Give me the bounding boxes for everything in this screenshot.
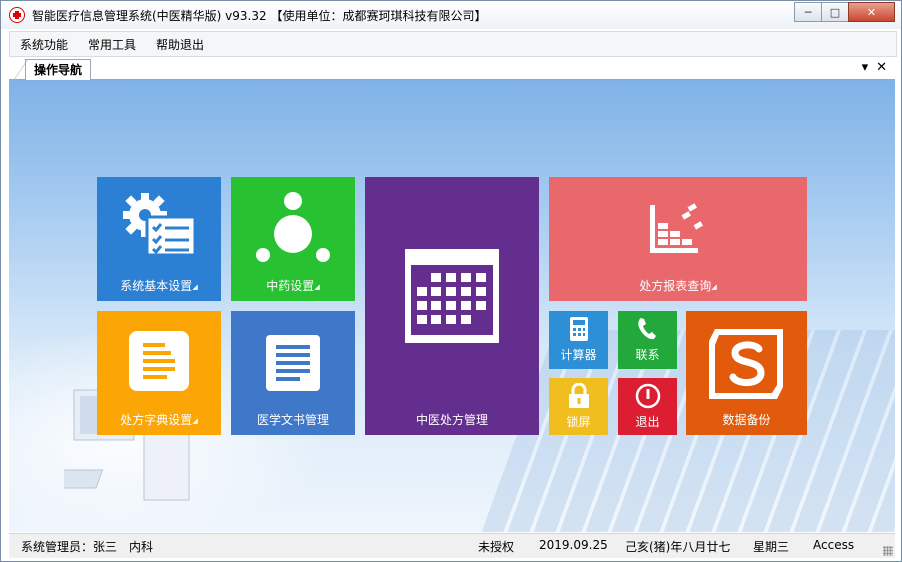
app-icon — [9, 7, 25, 23]
tab-bar: 操作导航 ▾ ✕ — [9, 57, 895, 80]
s-icon — [708, 329, 783, 399]
tile-label: 数据备份 — [722, 413, 771, 427]
tile-contact[interactable]: 联系 — [618, 311, 677, 369]
power-icon — [635, 383, 660, 409]
gear-form-icon — [123, 193, 197, 257]
tile-medical-documents[interactable]: 医学文书管理 — [231, 311, 355, 435]
resize-grip[interactable] — [883, 546, 893, 556]
tab-dropdown-icon[interactable]: ▾ — [862, 60, 869, 75]
tile-prescription-dictionary[interactable]: 处方字典设置◢ — [97, 311, 221, 435]
tab-navigation[interactable]: 操作导航 — [13, 59, 92, 80]
menu-system-functions[interactable]: 系统功能 — [10, 36, 78, 53]
document-lines-icon — [266, 335, 320, 391]
tile-label: 系统基本设置 — [120, 279, 193, 293]
window-title: 智能医疗信息管理系统(中医精华版) v93.32 【使用单位：成都赛珂琪科技有限… — [32, 8, 487, 23]
minimize-button[interactable]: ─ — [794, 2, 822, 22]
tile-label: 退出 — [635, 415, 660, 429]
tile-lock-screen[interactable]: 锁屏 — [549, 378, 608, 435]
tile-arrow-icon: ◢ — [192, 417, 198, 425]
tile-exit[interactable]: 退出 — [618, 378, 677, 435]
tile-arrow-icon: ◢ — [711, 283, 717, 291]
tile-label: 医学文书管理 — [256, 413, 329, 427]
phone-icon — [637, 318, 656, 340]
status-department: 内科 — [129, 540, 154, 554]
tile-label: 计算器 — [560, 348, 597, 362]
status-date: 2019.09.25 — [539, 538, 608, 552]
navigation-panel: 系统基本设置◢ 中药设置◢ 中医处方管理 处方报表查询◢ 处方字典设置◢ 医学文… — [9, 80, 895, 532]
tile-label: 中药设置 — [266, 279, 315, 293]
menu-common-tools[interactable]: 常用工具 — [78, 36, 146, 53]
main-window: 智能医疗信息管理系统(中医精华版) v93.32 【使用单位：成都赛珂琪科技有限… — [0, 0, 902, 562]
tile-basic-settings[interactable]: 系统基本设置◢ — [97, 177, 221, 301]
tile-arrow-icon: ◢ — [192, 283, 198, 291]
status-weekday: 星期三 — [753, 540, 790, 554]
tile-label: 处方字典设置 — [120, 413, 193, 427]
window-controls: ─ □ ✕ — [794, 2, 895, 22]
calculator-icon — [569, 317, 588, 341]
status-bar: 系统管理员：张三 内科 未授权 2019.09.25 己亥(猪)年八月廿七 星期… — [9, 533, 895, 558]
tile-herb-settings[interactable]: 中药设置◢ — [231, 177, 355, 301]
network-icon — [256, 192, 330, 262]
document-icon — [129, 331, 189, 391]
tile-label: 中医处方管理 — [415, 413, 488, 427]
tile-arrow-icon: ◢ — [314, 283, 320, 291]
calendar-icon — [405, 249, 499, 343]
close-button[interactable]: ✕ — [848, 2, 895, 22]
menu-help-exit[interactable]: 帮助退出 — [146, 36, 214, 53]
tab-tools: ▾ ✕ — [862, 60, 887, 75]
tile-calculator[interactable]: 计算器 — [549, 311, 608, 369]
status-lunar-date: 己亥(猪)年八月廿七 — [625, 540, 731, 554]
menu-bar: 系统功能 常用工具 帮助退出 — [9, 31, 897, 57]
status-license: 未授权 — [478, 540, 515, 554]
tile-tcm-prescription[interactable]: 中医处方管理 — [365, 177, 539, 435]
maximize-button[interactable]: □ — [821, 2, 849, 22]
lock-icon — [568, 383, 589, 408]
status-database: Access — [813, 538, 855, 552]
tile-label: 联系 — [635, 348, 660, 362]
tile-label: 处方报表查询 — [639, 279, 712, 293]
tile-prescription-report[interactable]: 处方报表查询◢ — [549, 177, 807, 301]
tile-data-backup[interactable]: 数据备份 — [686, 311, 807, 435]
title-bar[interactable]: 智能医疗信息管理系统(中医精华版) v93.32 【使用单位：成都赛珂琪科技有限… — [1, 1, 901, 29]
chart-icon — [650, 203, 703, 253]
status-user: 系统管理员：张三 — [21, 540, 118, 554]
tile-label: 锁屏 — [566, 415, 591, 429]
tab-close-icon[interactable]: ✕ — [876, 60, 887, 75]
